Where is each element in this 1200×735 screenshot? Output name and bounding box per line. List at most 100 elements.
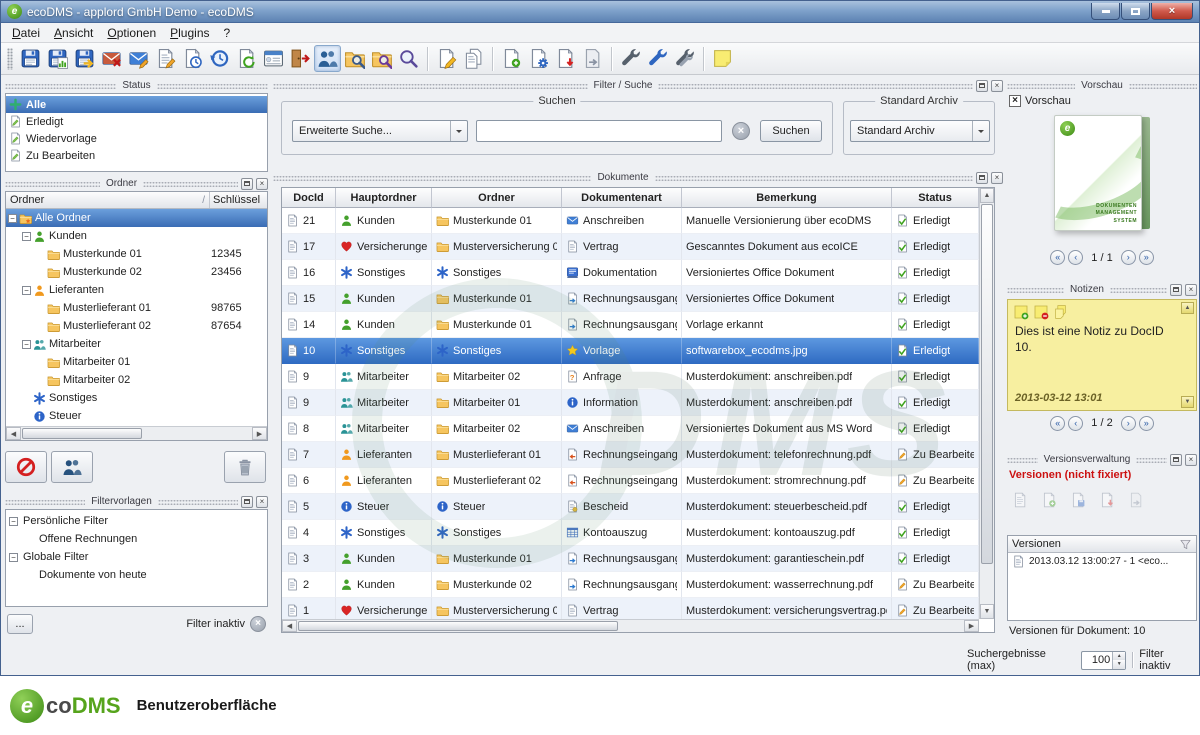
document-row-1[interactable]: 1VersicherungenMusterversicherung 01Vert… xyxy=(282,598,979,619)
document-row-16[interactable]: 16SonstigesSonstigesDokumentationVersion… xyxy=(282,260,979,286)
search-button[interactable]: Suchen xyxy=(760,120,822,142)
version-settings-button[interactable] xyxy=(525,45,552,72)
settings-user-button[interactable] xyxy=(644,45,671,72)
scrollbar-track[interactable] xyxy=(297,620,964,632)
document-row-4[interactable]: 4SonstigesSonstigesKontoauszugMusterdoku… xyxy=(282,520,979,546)
note-text[interactable]: Dies ist eine Notiz zu DocID 10. xyxy=(1008,321,1196,357)
new-version-button[interactable] xyxy=(1009,489,1031,511)
delete-note-button[interactable] xyxy=(1032,303,1049,320)
float-panel-icon[interactable] xyxy=(976,172,988,184)
scrollbar-thumb[interactable] xyxy=(298,621,618,631)
scroll-left-button[interactable]: ◀ xyxy=(282,620,297,632)
search-input[interactable] xyxy=(476,120,722,142)
add-note-button[interactable] xyxy=(1012,303,1029,320)
prev-page-button[interactable]: ‹ xyxy=(1068,250,1083,265)
version-download-button[interactable] xyxy=(552,45,579,72)
expander-icon[interactable]: − xyxy=(22,340,31,349)
tree-item-musterlieferant-01[interactable]: Musterlieferant 01 98765 xyxy=(6,299,267,317)
close-button[interactable]: × xyxy=(1151,3,1193,20)
last-note-button[interactable]: » xyxy=(1139,416,1154,431)
float-panel-icon[interactable] xyxy=(1170,454,1182,466)
minimize-button[interactable] xyxy=(1091,3,1120,20)
column-header-ordner[interactable]: Ordner xyxy=(432,188,562,208)
float-panel-icon[interactable] xyxy=(241,496,253,508)
column-header-bemerkung[interactable]: Bemerkung xyxy=(682,188,892,208)
resubmission-button[interactable] xyxy=(179,45,206,72)
scroll-right-button[interactable]: ▶ xyxy=(964,620,979,632)
filter-item-dokumente-von-heute[interactable]: Dokumente von heute xyxy=(6,566,267,584)
mail-delete-button[interactable] xyxy=(98,45,125,72)
folder-permissions-button[interactable] xyxy=(51,451,93,483)
tree-item-mitarbeiter-02[interactable]: Mitarbeiter 02 xyxy=(6,371,267,389)
close-panel-icon[interactable]: × xyxy=(256,496,268,508)
tree-item-lieferanten[interactable]: − Lieferanten xyxy=(6,281,267,299)
float-panel-icon[interactable] xyxy=(976,80,988,92)
menu-datei[interactable]: Datei xyxy=(5,24,47,42)
search-button[interactable] xyxy=(395,45,422,72)
tree-column-schluessel[interactable]: Schlüssel xyxy=(209,192,267,208)
tree-item-musterkunde-02[interactable]: Musterkunde 02 23456 xyxy=(6,263,267,281)
column-header-hauptordner[interactable]: Hauptordner xyxy=(336,188,432,208)
edit-document-button[interactable] xyxy=(152,45,179,72)
download-version-button[interactable] xyxy=(1096,489,1118,511)
close-panel-icon[interactable]: × xyxy=(991,172,1003,184)
version-entry[interactable]: 2013.03.12 13:00:27 - 1 <eco... xyxy=(1008,553,1196,570)
document-row-6[interactable]: 6LieferantenMusterlieferant 02Rechnungse… xyxy=(282,468,979,494)
scrollbar-thumb[interactable] xyxy=(981,204,993,564)
note-scrollbar[interactable]: ▲ ▼ xyxy=(1181,302,1194,408)
expander-icon[interactable]: − xyxy=(22,232,31,241)
scroll-up-button[interactable]: ▲ xyxy=(980,188,994,203)
close-panel-icon[interactable]: × xyxy=(991,80,1003,92)
document-row-3[interactable]: 3KundenMusterkunde 01RechnungsausgangMus… xyxy=(282,546,979,572)
expander-icon[interactable]: − xyxy=(8,214,17,223)
filter-item-globale-filter[interactable]: − Globale Filter xyxy=(6,548,267,566)
scroll-down-button[interactable]: ▼ xyxy=(980,604,994,619)
filter-funnel-icon[interactable] xyxy=(1179,538,1192,551)
save-button[interactable] xyxy=(17,45,44,72)
last-page-button[interactable]: » xyxy=(1139,250,1154,265)
block-folder-button[interactable] xyxy=(5,451,47,483)
users-button[interactable] xyxy=(314,45,341,72)
first-note-button[interactable]: « xyxy=(1050,416,1065,431)
table-horizontal-scrollbar[interactable]: ◀ ▶ xyxy=(282,619,979,632)
filter-item-offene-rechnungen[interactable]: Offene Rechnungen xyxy=(6,530,267,548)
scroll-right-button[interactable]: ▶ xyxy=(252,427,267,440)
document-row-9[interactable]: 9MitarbeiterMitarbeiter 02?AnfrageMuster… xyxy=(282,364,979,390)
float-panel-icon[interactable] xyxy=(241,178,253,190)
version-export-button[interactable] xyxy=(579,45,606,72)
scroll-left-button[interactable]: ◀ xyxy=(6,427,21,440)
document-row-9[interactable]: 9MitarbeiterMitarbeiter 01InformationMus… xyxy=(282,390,979,416)
menu-ansicht[interactable]: Ansicht xyxy=(47,24,100,42)
folder-preview-button[interactable] xyxy=(341,45,368,72)
reload-document-button[interactable] xyxy=(233,45,260,72)
tree-item-alle-ordner[interactable]: − Alle Ordner xyxy=(6,209,267,227)
first-page-button[interactable]: « xyxy=(1050,250,1065,265)
checkbox-icon[interactable]: × xyxy=(1009,95,1021,107)
tree-item-musterlieferant-02[interactable]: Musterlieferant 02 87654 xyxy=(6,317,267,335)
history-button[interactable] xyxy=(206,45,233,72)
titlebar[interactable]: e ecoDMS - applord GmbH Demo - ecoDMS × xyxy=(1,1,1199,23)
expander-icon[interactable]: − xyxy=(9,517,18,526)
menu-plugins[interactable]: Plugins xyxy=(163,24,216,42)
document-row-21[interactable]: 21KundenMusterkunde 01AnschreibenManuell… xyxy=(282,208,979,234)
note-scroll-up[interactable]: ▲ xyxy=(1181,302,1194,314)
close-panel-icon[interactable]: × xyxy=(256,178,268,190)
document-row-14[interactable]: 14KundenMusterkunde 01RechnungsausgangVo… xyxy=(282,312,979,338)
mail-edit-button[interactable] xyxy=(125,45,152,72)
scrollbar-track[interactable] xyxy=(21,427,252,440)
menu-optionen[interactable]: Optionen xyxy=(100,24,163,42)
filter-item-pers-nliche-filter[interactable]: − Persönliche Filter xyxy=(6,512,267,530)
settings-admin-button[interactable] xyxy=(671,45,698,72)
tree-item-musterkunde-01[interactable]: Musterkunde 01 12345 xyxy=(6,245,267,263)
spin-up-icon[interactable]: ▲ xyxy=(1113,652,1125,661)
new-note-button[interactable] xyxy=(709,45,736,72)
column-header-dokumentenart[interactable]: Dokumentenart xyxy=(562,188,682,208)
add-version-button[interactable] xyxy=(1038,489,1060,511)
versions-list-header[interactable]: Versionen xyxy=(1008,536,1196,553)
document-row-10[interactable]: 10SonstigesSonstigesVorlagesoftwarebox_e… xyxy=(282,338,979,364)
status-item-zu-bearbeiten[interactable]: Zu Bearbeiten xyxy=(6,147,267,164)
delete-folder-button[interactable] xyxy=(224,451,266,483)
close-panel-icon[interactable]: × xyxy=(1185,284,1197,296)
column-header-docid[interactable]: DocId xyxy=(282,188,336,208)
tree-item-mitarbeiter[interactable]: − Mitarbeiter xyxy=(6,335,267,353)
